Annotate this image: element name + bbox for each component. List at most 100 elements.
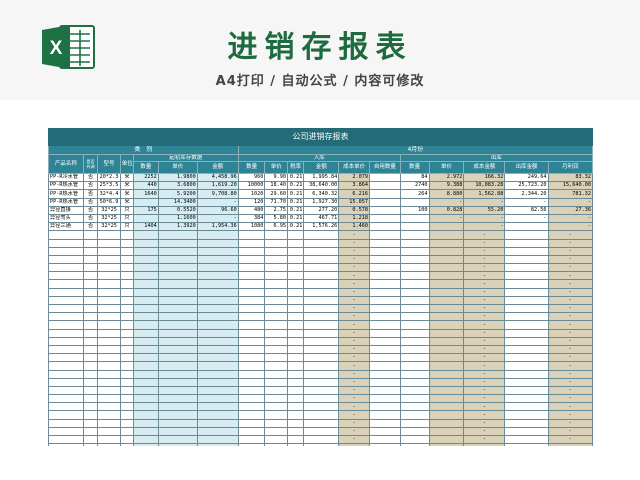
is-outsourced-cell[interactable] (82, 238, 99, 248)
open-price-cell[interactable] (157, 369, 198, 379)
cost-price-cell[interactable]: 6.216 (338, 189, 371, 199)
product-name-cell[interactable] (48, 271, 84, 281)
is-outsourced-cell[interactable]: 否 (82, 222, 99, 232)
in-qty-cell[interactable] (237, 271, 266, 281)
in-amount-cell[interactable] (303, 385, 340, 396)
is-outsourced-cell[interactable] (82, 263, 99, 273)
open-amount-cell[interactable] (196, 434, 239, 445)
in-price-cell[interactable] (264, 271, 288, 281)
out-price-cell[interactable] (428, 344, 465, 355)
model-cell[interactable] (97, 394, 121, 404)
open-qty-cell[interactable] (133, 385, 159, 396)
in-tax-cell[interactable]: 0.21 (286, 181, 305, 191)
open-qty-cell[interactable] (133, 328, 159, 338)
open-qty-cell[interactable] (133, 443, 159, 446)
product-name-cell[interactable] (48, 361, 84, 371)
in-amount-cell[interactable] (303, 320, 340, 330)
in-price-cell[interactable] (264, 263, 288, 273)
out-price-cell[interactable] (428, 336, 465, 346)
cost-price-cell[interactable]: - (338, 410, 371, 420)
out-qty-cell[interactable] (399, 328, 430, 338)
in-qty-cell[interactable] (237, 402, 266, 412)
open-amount-cell[interactable]: - (196, 213, 239, 224)
is-outsourced-cell[interactable] (82, 320, 99, 330)
open-amount-cell[interactable] (196, 279, 239, 289)
out-cost-cell[interactable]: - (463, 230, 506, 240)
out-amount-cell[interactable] (504, 353, 549, 363)
open-qty-cell[interactable] (133, 295, 159, 306)
out-cost-cell[interactable]: - (463, 410, 506, 420)
out-amount-cell[interactable] (504, 418, 549, 428)
in-qty-cell[interactable] (237, 238, 266, 248)
cost-price-cell[interactable]: 1.218 (338, 213, 371, 224)
out-price-cell[interactable] (428, 230, 465, 240)
out-cost-cell[interactable]: - (463, 320, 506, 330)
out-qty-cell[interactable] (399, 295, 430, 306)
in-amount-cell[interactable] (303, 410, 340, 420)
is-outsourced-cell[interactable] (82, 353, 99, 363)
out-cost-cell[interactable]: - (463, 222, 506, 232)
is-outsourced-cell[interactable] (82, 230, 99, 240)
out-qty-cell[interactable] (399, 303, 430, 314)
profit-cell[interactable]: - (547, 271, 593, 281)
in-qty-cell[interactable] (237, 263, 266, 273)
out-qty-cell[interactable] (399, 320, 430, 330)
in-price-cell[interactable] (264, 402, 288, 412)
model-cell[interactable] (97, 303, 121, 314)
self-use-cell[interactable] (369, 189, 401, 199)
out-cost-cell[interactable]: - (463, 385, 506, 396)
unit-cell[interactable] (119, 287, 135, 297)
out-qty-cell[interactable] (399, 271, 430, 281)
model-cell[interactable] (97, 295, 121, 306)
product-name-cell[interactable] (48, 369, 84, 379)
out-cost-cell[interactable]: - (463, 295, 506, 306)
out-qty-cell[interactable] (399, 394, 430, 404)
product-name-cell[interactable] (48, 254, 84, 265)
out-cost-cell[interactable]: - (463, 426, 506, 437)
out-price-cell[interactable] (428, 263, 465, 273)
self-use-cell[interactable] (369, 197, 401, 207)
cost-price-cell[interactable]: - (338, 287, 371, 297)
out-qty-cell[interactable] (399, 279, 430, 289)
self-use-cell[interactable] (369, 385, 401, 396)
self-use-cell[interactable] (369, 426, 401, 437)
in-amount-cell[interactable]: 38,640.00 (303, 181, 340, 191)
unit-cell[interactable] (119, 353, 135, 363)
open-price-cell[interactable] (157, 238, 198, 248)
product-name-cell[interactable] (48, 402, 84, 412)
out-qty-cell[interactable] (399, 230, 430, 240)
open-amount-cell[interactable] (196, 254, 239, 265)
out-qty-cell[interactable] (399, 361, 430, 371)
out-amount-cell[interactable] (504, 361, 549, 371)
out-price-cell[interactable] (428, 287, 465, 297)
open-qty-cell[interactable]: 2252 (133, 172, 159, 183)
in-qty-cell[interactable]: 120 (237, 197, 266, 207)
cost-price-cell[interactable]: - (338, 312, 371, 322)
open-price-cell[interactable] (157, 279, 198, 289)
profit-cell[interactable]: - (547, 369, 593, 379)
open-price-cell[interactable] (157, 271, 198, 281)
in-tax-cell[interactable] (286, 303, 305, 314)
profit-cell[interactable]: - (547, 410, 593, 420)
profit-cell[interactable]: - (547, 344, 593, 355)
in-qty-cell[interactable] (237, 344, 266, 355)
model-cell[interactable] (97, 230, 121, 240)
in-tax-cell[interactable] (286, 336, 305, 346)
out-amount-cell[interactable] (504, 410, 549, 420)
model-cell[interactable] (97, 402, 121, 412)
profit-cell[interactable]: - (547, 377, 593, 387)
in-price-cell[interactable] (264, 418, 288, 428)
is-outsourced-cell[interactable] (82, 394, 99, 404)
out-qty-cell[interactable] (399, 254, 430, 265)
in-amount-cell[interactable] (303, 434, 340, 445)
open-price-cell[interactable]: 14.3400 (157, 197, 198, 207)
cost-price-cell[interactable]: - (338, 254, 371, 265)
in-tax-cell[interactable] (286, 402, 305, 412)
out-qty-cell[interactable] (399, 197, 430, 207)
out-price-cell[interactable]: 8.880 (428, 189, 465, 199)
cost-price-cell[interactable]: - (338, 271, 371, 281)
in-amount-cell[interactable] (303, 295, 340, 306)
product-name-cell[interactable]: PP-R热水管 (48, 197, 84, 207)
in-price-cell[interactable] (264, 295, 288, 306)
open-amount-cell[interactable] (196, 336, 239, 346)
